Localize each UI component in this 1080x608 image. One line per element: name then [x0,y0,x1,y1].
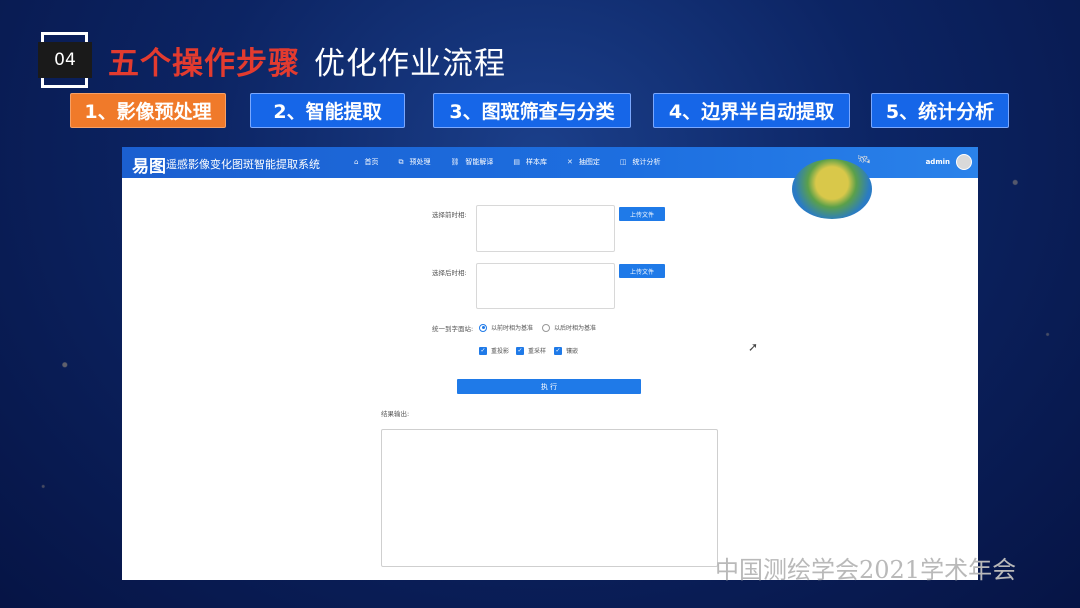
top-nav: ⌂ 首页 ⧉ 预处理 ⛓ 智能解译 ▤ 样本库 ✕ 抽图定 ◫ 统计分析 [354,157,660,167]
avatar[interactable] [956,154,972,170]
check-icon: ✓ [479,346,487,355]
app-screenshot: 🛰 易图 遥感影像变化图斑智能提取系统 ⌂ 首页 ⧉ 预处理 ⛓ 智能解译 ▤ 样本库 … [122,147,978,580]
run-button[interactable]: 执 行 [457,379,641,394]
chart-icon: ◫ [619,158,627,166]
satellite-icon: 🛰 [857,153,871,166]
mouse-cursor-icon: ➚ [748,340,759,354]
check-icon: ✓ [554,346,562,355]
radio-checked-icon [479,323,487,332]
doc-icon: ▤ [513,158,520,166]
nav-item-check[interactable]: ✕ 抽图定 [567,157,600,167]
nav-item-preprocess[interactable]: ⧉ 预处理 [398,157,430,167]
nav-item-stats[interactable]: ◫ 统计分析 [620,157,661,167]
before-label: 选择前时相: [432,211,467,219]
home-icon: ⌂ [354,158,359,166]
username[interactable]: admin [926,158,950,166]
radio-before-base[interactable]: 以前时相为基准 [479,323,533,332]
slide-title: 五个操作步骤 优化作业流程 [108,38,506,83]
radio-after-base[interactable]: 以后时相为基准 [542,323,596,332]
step-button-5[interactable]: 5、统计分析 [871,93,1009,128]
conference-footer: 中国测绘学会2021学术年会 [715,556,1017,584]
after-label: 选择后时相: [432,269,467,277]
nav-item-home[interactable]: ⌂ 首页 [354,157,378,167]
nav-item-interpret[interactable]: ⛓ 智能解译 [450,157,493,167]
result-label: 结果输出: [381,410,410,418]
app-header: 🛰 易图 遥感影像变化图斑智能提取系统 ⌂ 首页 ⧉ 预处理 ⛓ 智能解译 ▤ 样本库 … [122,147,978,219]
after-file-field[interactable] [476,263,615,309]
before-file-field[interactable] [476,205,615,252]
checkbox-resample[interactable]: ✓ 重采样 [516,346,546,355]
unify-label: 统一到字面站: [432,325,474,333]
preprocess-icon: ⧉ [398,158,404,166]
system-title: 遥感影像变化图斑智能提取系统 [166,158,320,171]
check-icon: ✓ [516,346,524,355]
cross-icon: ✕ [566,158,573,166]
result-output-area[interactable] [381,429,718,567]
upload-before-button[interactable]: 上传文件 [619,207,665,221]
slide-title-white: 优化作业流程 [314,46,506,82]
checkbox-reproject[interactable]: ✓ 重投影 [479,346,509,355]
step-button-2[interactable]: 2、智能提取 [250,93,405,128]
link-icon: ⛓ [450,158,460,166]
checkbox-mosaic[interactable]: ✓ 镶嵌 [554,346,578,355]
app-logo: 易图 [132,157,166,177]
nav-item-samples[interactable]: ▤ 样本库 [513,157,547,167]
step-button-3[interactable]: 3、图斑筛查与分类 [433,93,631,128]
slide-title-red: 五个操作步骤 [108,46,300,82]
globe-icon [792,159,872,219]
radio-unchecked-icon [542,323,550,332]
step-button-4[interactable]: 4、边界半自动提取 [653,93,850,128]
upload-after-button[interactable]: 上传文件 [619,264,665,278]
slide-number: 04 [38,42,92,78]
step-button-1[interactable]: 1、影像预处理 [70,93,226,128]
